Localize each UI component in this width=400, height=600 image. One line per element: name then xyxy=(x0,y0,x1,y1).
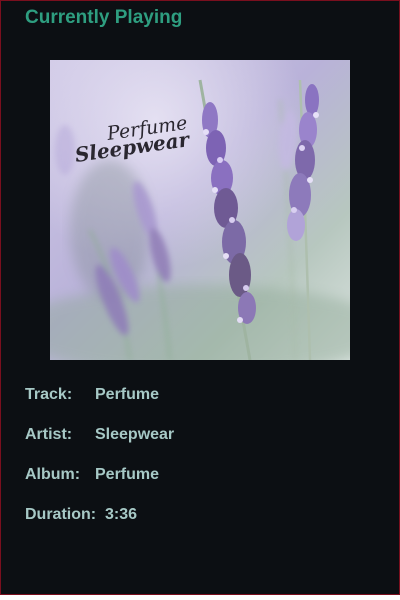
page-title: Currently Playing xyxy=(25,7,183,28)
artist-value: Sleepwear xyxy=(95,426,175,443)
track-row: Track: Perfume xyxy=(25,386,159,404)
track-label: Track: xyxy=(25,386,73,403)
artist-row: Artist: Sleepwear xyxy=(25,426,174,444)
artist-label: Artist: xyxy=(25,426,73,443)
duration-row: Duration: 3:36 xyxy=(25,506,137,524)
duration-value: 3:36 xyxy=(105,506,138,523)
album-label: Album: xyxy=(25,466,81,483)
album-cover-art: Perfume Sleepwear xyxy=(50,60,350,360)
duration-label: Duration: xyxy=(25,506,97,523)
track-value: Perfume xyxy=(95,386,160,403)
now-playing-panel: Currently Playing Perfume Sleepwear Trac… xyxy=(0,0,400,595)
album-value: Perfume xyxy=(95,466,160,483)
album-row: Album: Perfume xyxy=(25,466,159,484)
